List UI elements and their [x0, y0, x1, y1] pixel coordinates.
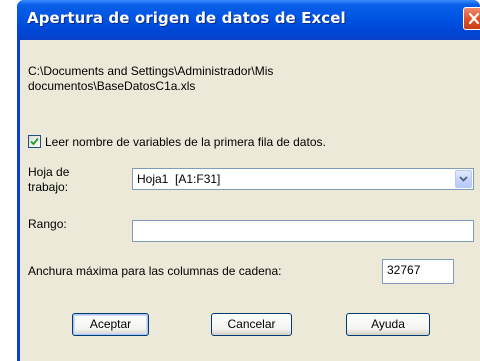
ok-button[interactable]: Aceptar	[72, 313, 149, 336]
worksheet-value: Hoja1 [A1:F31]	[137, 172, 221, 186]
help-button[interactable]: Ayuda	[346, 313, 430, 336]
chevron-down-icon	[459, 176, 468, 182]
range-label: Rango:	[28, 217, 67, 231]
title-bar[interactable]: Apertura de origen de datos de Excel	[17, 0, 480, 40]
excel-open-dialog: Apertura de origen de datos de Excel C:\…	[17, 0, 480, 361]
worksheet-select[interactable]: Hoja1 [A1:F31]	[132, 168, 474, 190]
read-names-checkbox[interactable]	[28, 135, 41, 148]
dropdown-button[interactable]	[455, 170, 472, 188]
dialog-title: Apertura de origen de datos de Excel	[27, 9, 346, 27]
file-path: C:\Documents and Settings\Administrador\…	[28, 64, 274, 93]
close-button[interactable]	[463, 7, 480, 30]
max-width-value: 32767	[387, 263, 421, 277]
max-width-label: Anchura máxima para las columnas de cade…	[28, 264, 282, 278]
max-width-input[interactable]: 32767	[382, 259, 454, 284]
checkmark-icon	[30, 137, 39, 146]
cancel-button[interactable]: Cancelar	[211, 313, 292, 336]
close-icon	[468, 12, 480, 25]
range-input[interactable]	[132, 220, 474, 242]
read-names-label[interactable]: Leer nombre de variables de la primera f…	[45, 135, 326, 149]
dialog-body: C:\Documents and Settings\Administrador\…	[20, 40, 480, 361]
worksheet-label: Hoja de trabajo:	[28, 165, 70, 194]
